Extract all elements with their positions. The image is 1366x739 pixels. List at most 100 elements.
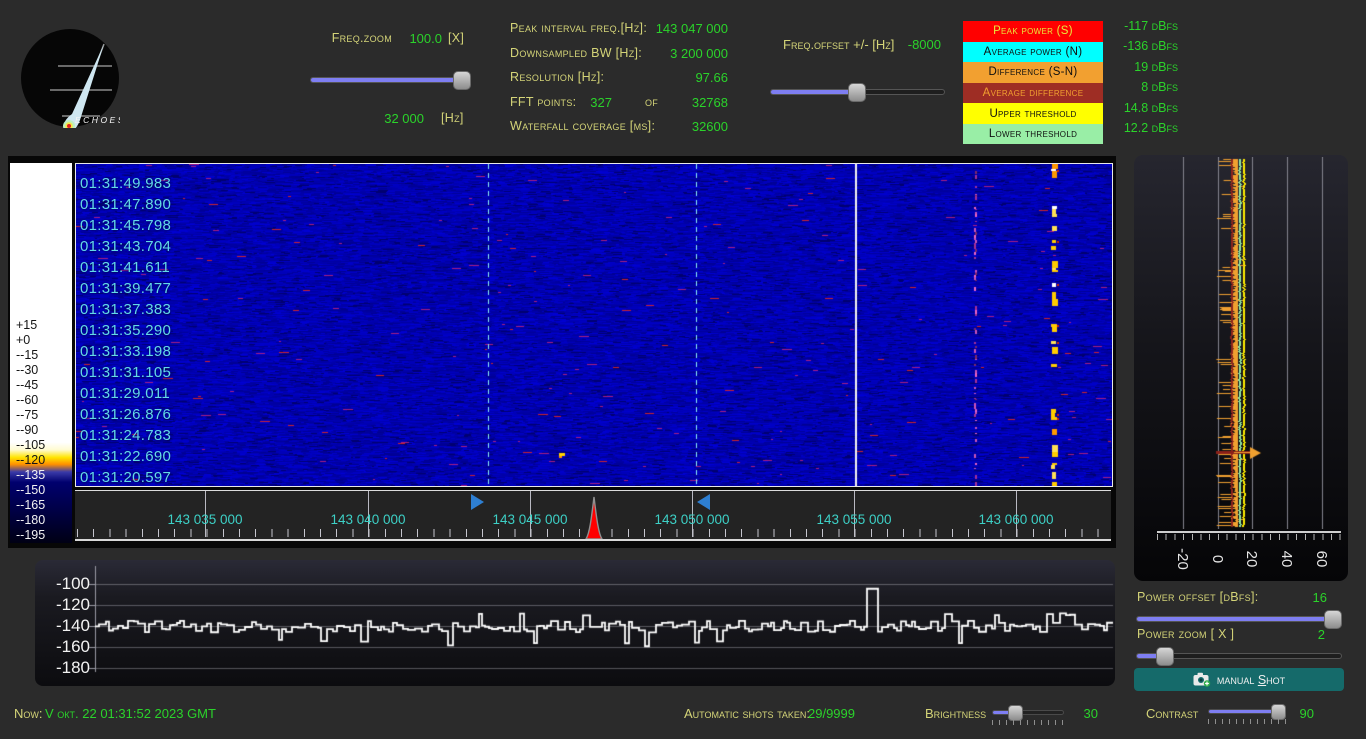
contrast-ticks	[1208, 719, 1286, 724]
freq-tick-label: 143 060 000	[978, 512, 1054, 527]
spectrum-y-label: -180	[55, 658, 90, 677]
db-scale-label: --135	[16, 468, 46, 482]
legend-button-peak-power[interactable]: Peak power (S)	[963, 21, 1103, 42]
legend-label: Average power (N)	[983, 45, 1083, 58]
db-scale-label: --165	[16, 498, 46, 512]
frequency-axis: 143 035 000 143 040 000 143 045 000 143 …	[75, 490, 1111, 541]
reading-average-difference: 8 dBfs	[1141, 80, 1178, 94]
waterfall-timestamp: 01:31:33.198	[80, 343, 172, 360]
waterfall-timestamp: 01:31:49.983	[80, 175, 172, 192]
contrast-value: 90	[1299, 706, 1314, 721]
slider-handle[interactable]	[848, 83, 866, 102]
power-offset-label: Power offset [dBfs]:	[1137, 590, 1259, 604]
waterfall-timestamp: 01:31:35.290	[80, 322, 172, 339]
reading-upper-threshold: 14.8 dBfs	[1123, 101, 1178, 115]
waterfall-timestamp: 01:31:26.876	[80, 406, 172, 423]
spectrum-y-label: -140	[55, 616, 90, 635]
echoes-logo: ECHOES	[21, 29, 120, 128]
db-scale-label: --180	[16, 513, 46, 527]
db-scale-label: --60	[16, 393, 39, 407]
legend-button-average-power[interactable]: Average power (N)	[963, 41, 1103, 63]
db-scale-label: --150	[16, 483, 46, 497]
waterfall-timestamp: 01:31:22.690	[80, 448, 172, 465]
power-axis-ticks	[1157, 534, 1341, 540]
freq-offset-value: -8000	[907, 37, 941, 52]
power-zoom-value: 2	[1317, 627, 1325, 642]
contrast-slider[interactable]	[1208, 704, 1286, 720]
db-scale-label: +0	[16, 333, 31, 347]
brightness-value: 30	[1083, 706, 1098, 721]
spectrum-y-label: -120	[55, 595, 90, 614]
manual-shot-button[interactable]: manual Shot	[1134, 668, 1344, 691]
power-axis-line	[1157, 531, 1341, 533]
now-label: Now:	[14, 706, 43, 721]
slider-handle[interactable]	[1008, 705, 1023, 721]
db-scale-label: --15	[16, 348, 39, 362]
legend-label: Peak power (S)	[993, 25, 1073, 38]
spectrum-canvas	[35, 560, 1115, 686]
power-profile-canvas	[1136, 157, 1346, 529]
stat-fft-points-value: 327	[590, 95, 612, 110]
slider-handle[interactable]	[1324, 610, 1342, 629]
waterfall-canvas[interactable]	[75, 163, 1113, 487]
db-scale-label: --195	[16, 528, 46, 542]
freq-offset-slider[interactable]	[770, 83, 945, 102]
peak-interval-start-marker[interactable]	[471, 494, 484, 510]
legend-button-upper-threshold[interactable]: Upper threshold	[963, 103, 1103, 124]
legend-label: Lower threshold	[988, 128, 1078, 141]
stat-peak-interval-value: 143 047 000	[655, 21, 728, 36]
legend-button-difference[interactable]: Difference (S-N)	[963, 62, 1103, 83]
reading-peak-power: -117 dBfs	[1124, 19, 1178, 33]
db-scale-label: +15	[16, 318, 38, 332]
peak-interval-end-marker[interactable]	[697, 494, 710, 510]
freq-zoom-slider[interactable]	[310, 71, 471, 90]
legend-label: Average difference	[982, 87, 1084, 100]
freq-tick-label: 143 035 000	[167, 512, 243, 527]
brightness-ticks	[992, 720, 1064, 725]
waterfall-timestamp: 01:31:41.611	[80, 259, 171, 276]
brightness-slider[interactable]	[992, 705, 1064, 721]
power-axis-label: 20	[1243, 550, 1261, 568]
freq-zoom-unit: [X]	[448, 31, 465, 45]
freq-span-value: 32 000	[384, 111, 424, 126]
stat-fft-points-total: 32768	[691, 95, 728, 110]
peak-frequency-marker	[585, 496, 603, 539]
spectrum-y-label: -100	[55, 574, 90, 593]
freq-tick-label: 143 040 000	[330, 512, 406, 527]
shots-taken-value: 29/9999	[808, 706, 855, 721]
legend-label: Difference (S-N)	[988, 66, 1078, 79]
now-value: V окт. 22 01:31:52 2023 GMT	[45, 706, 216, 721]
power-offset-slider[interactable]	[1136, 610, 1342, 629]
waterfall-timestamp: 01:31:45.798	[80, 217, 172, 234]
waterfall-timestamp: 01:31:43.704	[80, 238, 172, 255]
stat-downsampled-bw-value: 3 200 000	[670, 46, 728, 61]
slider-handle[interactable]	[453, 71, 471, 90]
spectrum-y-label: -160	[55, 637, 90, 656]
power-offset-value: 16	[1312, 590, 1327, 605]
db-scale-label: --75	[16, 408, 39, 422]
logo-text: ECHOES	[75, 115, 120, 125]
slider-fill	[771, 90, 855, 94]
freq-zoom-label: Freq.zoom	[331, 31, 392, 45]
slider-handle[interactable]	[1156, 647, 1174, 666]
power-axis-label: -20	[1174, 548, 1192, 570]
waterfall-timestamp: 01:31:29.011	[80, 385, 171, 402]
shots-taken-label: Automatic shots taken:	[684, 706, 811, 721]
power-zoom-label: Power zoom [ X ]	[1137, 627, 1235, 641]
waterfall-timestamp: 01:31:31.105	[80, 364, 172, 381]
db-scale-label: --90	[16, 423, 39, 437]
waterfall-timestamp: 01:31:39.477	[80, 280, 172, 297]
waterfall-timestamp: 01:31:47.890	[80, 196, 172, 213]
freq-zoom-value: 100.0	[409, 31, 442, 46]
legend-button-average-difference[interactable]: Average difference	[963, 82, 1103, 104]
freq-span-unit: [Hz]	[441, 111, 464, 125]
freq-tick-label: 143 045 000	[492, 512, 568, 527]
slider-handle[interactable]	[1271, 704, 1286, 720]
legend-button-lower-threshold[interactable]: Lower threshold	[963, 123, 1103, 145]
power-zoom-slider[interactable]	[1136, 647, 1342, 666]
db-scale-label: --30	[16, 363, 39, 377]
reading-difference: 19 dBfs	[1134, 60, 1178, 74]
echoes-window: ECHOES Freq.zoom 100.0 [X] 32 000 [Hz] P…	[0, 0, 1366, 739]
slider-fill	[311, 78, 467, 82]
plot-legend: Peak power (S) Average power (N) Differe…	[963, 21, 1103, 145]
